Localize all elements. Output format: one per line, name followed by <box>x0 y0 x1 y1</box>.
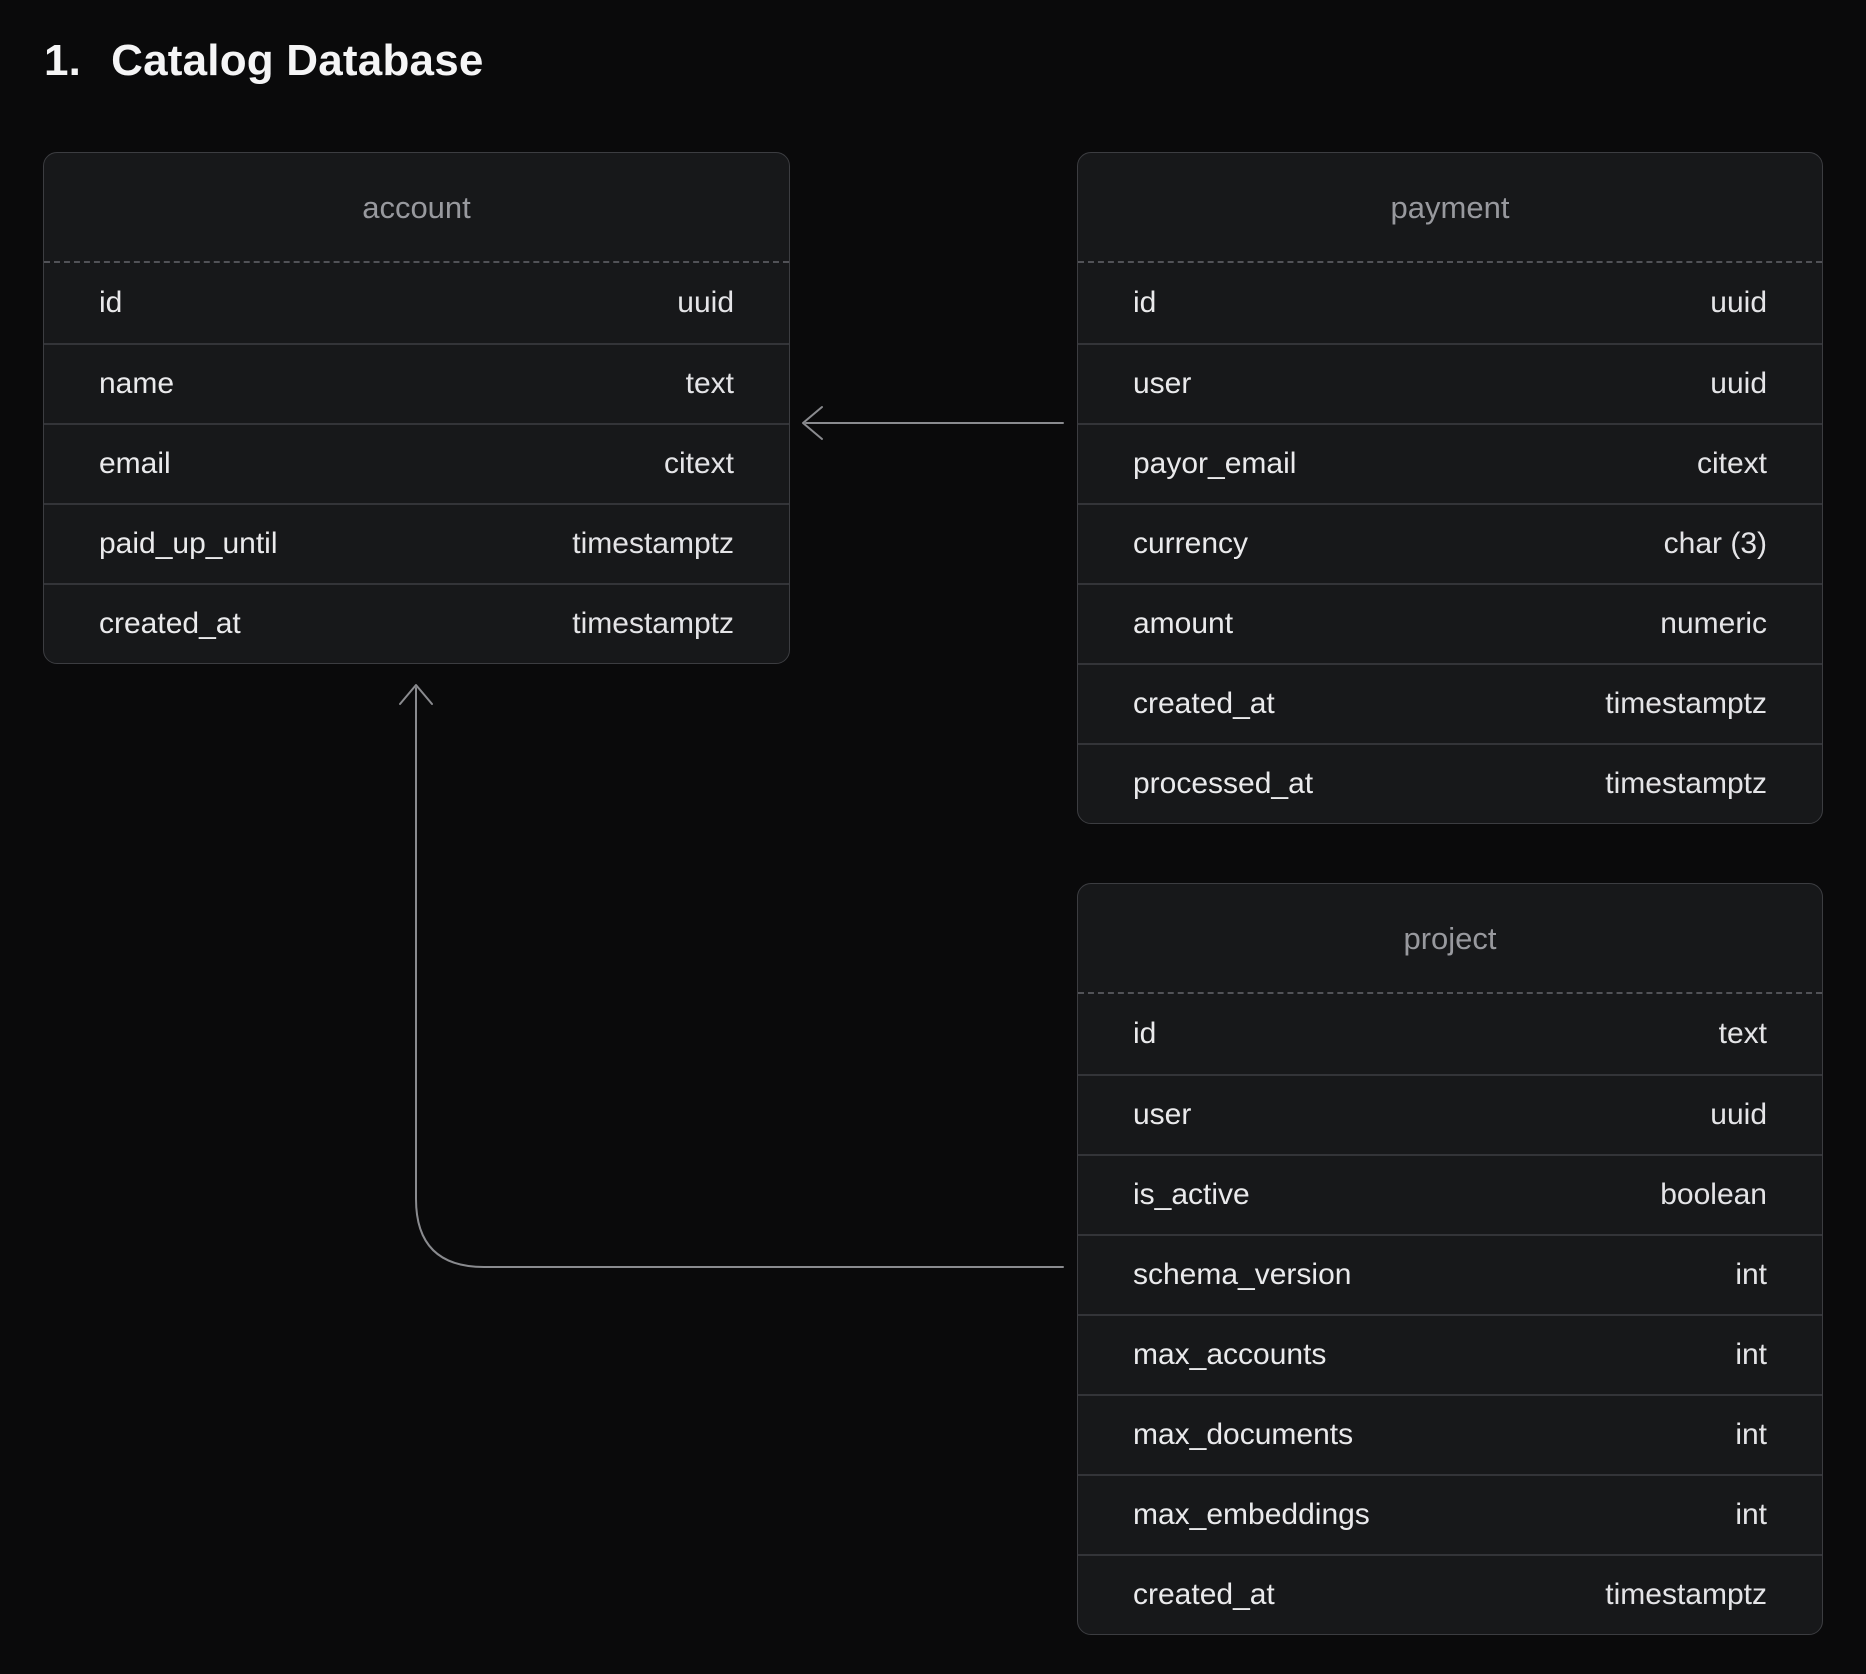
field-row-id: id text <box>1078 994 1822 1074</box>
field-type: uuid <box>677 286 734 320</box>
field-row-max_accounts: max_accounts int <box>1078 1314 1822 1394</box>
field-type: int <box>1735 1418 1767 1452</box>
table-payment-title: payment <box>1078 153 1822 263</box>
field-type: uuid <box>1710 286 1767 320</box>
field-row-user: user uuid <box>1078 343 1822 423</box>
field-row-created_at: created_at timestamptz <box>1078 1554 1822 1634</box>
field-row-email: email citext <box>44 423 789 503</box>
field-name: id <box>1133 286 1156 320</box>
field-row-processed_at: processed_at timestamptz <box>1078 743 1822 823</box>
field-name: max_embeddings <box>1133 1498 1370 1532</box>
field-name: created_at <box>1133 687 1275 721</box>
field-name: id <box>1133 1017 1156 1051</box>
field-row-schema_version: schema_version int <box>1078 1234 1822 1314</box>
diagram-canvas: 1. Catalog Database account id uuid name te… <box>0 0 1866 1674</box>
field-name: created_at <box>1133 1578 1275 1612</box>
field-type: boolean <box>1660 1178 1767 1212</box>
table-account[interactable]: account id uuid name text email citext paid_up… <box>43 152 790 664</box>
field-name: name <box>99 367 174 401</box>
field-row-amount: amount numeric <box>1078 583 1822 663</box>
table-project-rows: id text user uuid is_active boolean schema_ver… <box>1078 994 1822 1634</box>
field-name: payor_email <box>1133 447 1296 481</box>
field-row-name: name text <box>44 343 789 423</box>
field-row-created_at: created_at timestamptz <box>1078 663 1822 743</box>
field-name: max_documents <box>1133 1418 1353 1452</box>
page-title-text: Catalog Database <box>111 36 483 86</box>
field-name: max_accounts <box>1133 1338 1326 1372</box>
field-row-paid_up_until: paid_up_until timestamptz <box>44 503 789 583</box>
field-name: paid_up_until <box>99 527 278 561</box>
table-account-title: account <box>44 153 789 263</box>
field-type: timestamptz <box>1605 1578 1767 1612</box>
page-title-number: 1. <box>44 36 81 86</box>
field-row-user: user uuid <box>1078 1074 1822 1154</box>
field-type: char (3) <box>1664 527 1767 561</box>
table-payment-rows: iduuiduseruuidpayor_emailcitextcurrencyc… <box>1078 263 1822 823</box>
field-type: timestamptz <box>572 607 734 641</box>
table-project[interactable]: project id text user uuid is_active boolean sc… <box>1077 883 1823 1635</box>
field-type: text <box>686 367 734 401</box>
field-name: is_active <box>1133 1178 1250 1212</box>
field-row-created_at: created_at timestamptz <box>44 583 789 663</box>
field-name: schema_version <box>1133 1258 1351 1292</box>
table-project-title: project <box>1078 884 1822 994</box>
field-row-max_documents: max_documents int <box>1078 1394 1822 1474</box>
field-type: citext <box>1697 447 1767 481</box>
field-name: user <box>1133 367 1191 401</box>
field-type: int <box>1735 1498 1767 1532</box>
field-type: citext <box>664 447 734 481</box>
field-name: processed_at <box>1133 767 1313 801</box>
table-payment[interactable]: payment id uuid user uuid payor_email citext c… <box>1077 152 1823 824</box>
field-row-currency: currency char (3) <box>1078 503 1822 583</box>
field-type: int <box>1735 1338 1767 1372</box>
field-type: timestamptz <box>572 527 734 561</box>
field-name: amount <box>1133 607 1233 641</box>
field-name: email <box>99 447 171 481</box>
relation-project-to-account-line[interactable] <box>416 688 1063 1267</box>
field-type: numeric <box>1660 607 1767 641</box>
field-row-max_embeddings: max_embeddings int <box>1078 1474 1822 1554</box>
field-row-id: id uuid <box>1078 263 1822 343</box>
table-account-rows: iduuidnametextemailcitextpaid_up_untilti… <box>44 263 789 663</box>
field-type: uuid <box>1710 367 1767 401</box>
page-title: 1. Catalog Database <box>44 36 484 86</box>
field-name: user <box>1133 1098 1191 1132</box>
field-type: timestamptz <box>1605 767 1767 801</box>
field-name: id <box>99 286 122 320</box>
field-type: uuid <box>1710 1098 1767 1132</box>
field-type: text <box>1719 1017 1767 1051</box>
field-type: timestamptz <box>1605 687 1767 721</box>
field-type: int <box>1735 1258 1767 1292</box>
field-row-id: id uuid <box>44 263 789 343</box>
field-row-is_active: is_active boolean <box>1078 1154 1822 1234</box>
field-name: created_at <box>99 607 241 641</box>
field-name: currency <box>1133 527 1248 561</box>
field-row-payor_email: payor_email citext <box>1078 423 1822 503</box>
